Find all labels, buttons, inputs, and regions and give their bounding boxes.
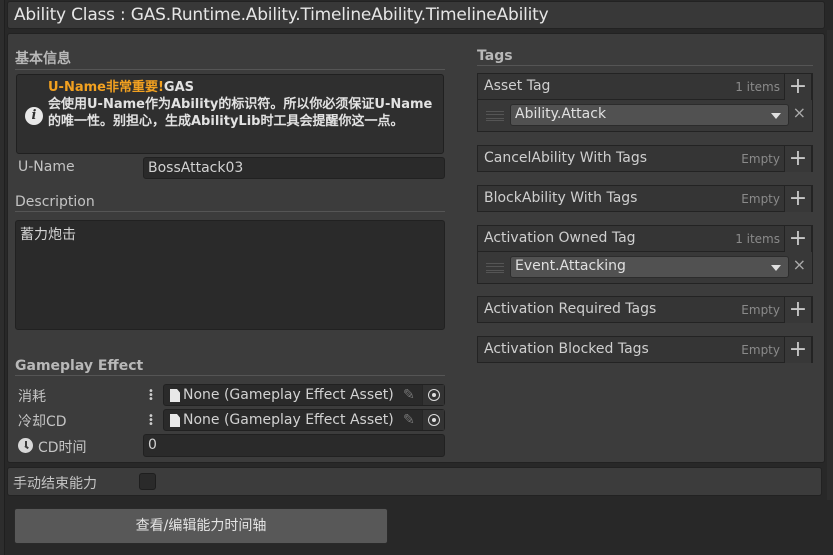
add-tag-button[interactable]: + [784, 336, 812, 363]
cost-label: 消耗 [18, 389, 46, 405]
uname-help-box: i U-Name非常重要!GAS 会使用U-Name作为Ability的标识符。… [16, 74, 444, 154]
tag-list-count: 1 items [735, 232, 780, 246]
left-panel-edge [0, 0, 5, 555]
tag-list-count: Empty [741, 192, 780, 206]
tag-list-title: BlockAbility With Tags [484, 190, 638, 206]
remove-tag-icon[interactable]: × [793, 255, 806, 274]
add-tag-button[interactable]: + [784, 296, 812, 323]
chevron-down-icon [771, 113, 781, 119]
tag-list-title: Activation Blocked Tags [484, 341, 649, 357]
tag-dropdown[interactable]: Event.Attacking [510, 256, 789, 278]
ability-class-header: Ability Class : GAS.Runtime.Ability.Time… [7, 1, 825, 29]
tag-list-header: BlockAbility With Tags Empty + [477, 185, 813, 212]
add-tag-button[interactable]: + [784, 73, 812, 100]
help-body-text: 会使用U-Name作为Ability的标识符。所以你必须保证U-Name的唯一性… [48, 97, 433, 129]
cd-time-input[interactable]: 0 [143, 434, 445, 457]
tag-list-block-ability: BlockAbility With Tags Empty + [477, 185, 813, 212]
document-icon [170, 414, 180, 427]
cooldown-effect-value: None (Gameplay Effect Asset) [183, 412, 394, 428]
cooldown-effect-field[interactable]: None (Gameplay Effect Asset) ✎ [163, 409, 445, 431]
basic-info-section-title: 基本信息 [15, 48, 445, 70]
tag-list-header: Activation Owned Tag 1 items + [477, 225, 813, 252]
info-icon: i [25, 107, 43, 125]
drag-handle-icon[interactable] [486, 111, 504, 121]
add-tag-button[interactable]: + [784, 145, 812, 172]
drag-handle-icon[interactable] [486, 263, 504, 273]
clock-icon [18, 438, 33, 453]
tag-value: Event.Attacking [515, 258, 626, 274]
target-icon [428, 389, 440, 401]
uname-label: U-Name [18, 159, 75, 175]
tag-list-title: Activation Owned Tag [484, 230, 636, 246]
pencil-icon[interactable]: ✎ [403, 412, 415, 428]
add-tag-button[interactable]: + [784, 225, 812, 252]
scrollbar[interactable] [827, 30, 833, 500]
object-picker-button[interactable] [422, 410, 444, 430]
tag-list-header: Asset Tag 1 items + [477, 73, 813, 100]
tag-list-count: Empty [741, 152, 780, 166]
tag-list-title: Asset Tag [484, 78, 551, 94]
cooldown-label: 冷却CD [18, 414, 67, 430]
manual-end-checkbox[interactable] [139, 473, 156, 490]
target-icon [428, 414, 440, 426]
help-line1-rest: GAS [163, 80, 195, 95]
gameplay-effect-section-title: Gameplay Effect [15, 358, 445, 376]
tag-list-activation-owned: Activation Owned Tag 1 items + Event.Att… [477, 225, 813, 284]
tag-list-title: CancelAbility With Tags [484, 150, 648, 166]
tag-list-count: 1 items [735, 80, 780, 94]
tags-section-title: Tags [477, 48, 813, 66]
tag-list-count: Empty [741, 343, 780, 357]
kebab-menu-icon[interactable]: • • • [148, 387, 154, 405]
tag-value: Ability.Attack [515, 106, 607, 122]
cd-time-label: CD时间 [38, 440, 87, 456]
chevron-down-icon [771, 265, 781, 271]
kebab-menu-icon[interactable]: • • • [148, 412, 154, 430]
manual-end-label: 手动结束能力 [13, 476, 97, 492]
document-icon [170, 389, 180, 402]
cost-effect-value: None (Gameplay Effect Asset) [183, 387, 394, 403]
manual-end-row [7, 467, 822, 496]
object-picker-button[interactable] [422, 385, 444, 405]
description-label: Description [15, 194, 445, 212]
edit-timeline-button[interactable]: 查看/编辑能力时间轴 [14, 508, 388, 544]
tag-list-header: CancelAbility With Tags Empty + [477, 145, 813, 172]
uname-input[interactable]: BossAttack03 [143, 157, 445, 179]
tag-list-activation-required: Activation Required Tags Empty + [477, 296, 813, 323]
remove-tag-icon[interactable]: × [793, 103, 806, 122]
tag-list-item: Event.Attacking × [477, 252, 813, 284]
tag-list-activation-blocked: Activation Blocked Tags Empty + [477, 336, 813, 363]
pencil-icon[interactable]: ✎ [403, 387, 415, 403]
tag-list-title: Activation Required Tags [484, 301, 657, 317]
tag-list-header: Activation Blocked Tags Empty + [477, 336, 813, 363]
tag-list-header: Activation Required Tags Empty + [477, 296, 813, 323]
tag-list-count: Empty [741, 303, 780, 317]
description-textarea[interactable]: 蓄力炮击 [15, 220, 445, 330]
tag-list-cancel-ability: CancelAbility With Tags Empty + [477, 145, 813, 172]
tag-dropdown[interactable]: Ability.Attack [510, 104, 789, 126]
cost-effect-field[interactable]: None (Gameplay Effect Asset) ✎ [163, 384, 445, 406]
tag-list-item: Ability.Attack × [477, 100, 813, 132]
tag-list-asset-tag: Asset Tag 1 items + Ability.Attack × [477, 73, 813, 132]
help-warning-text: U-Name非常重要! [48, 80, 164, 95]
add-tag-button[interactable]: + [784, 185, 812, 212]
